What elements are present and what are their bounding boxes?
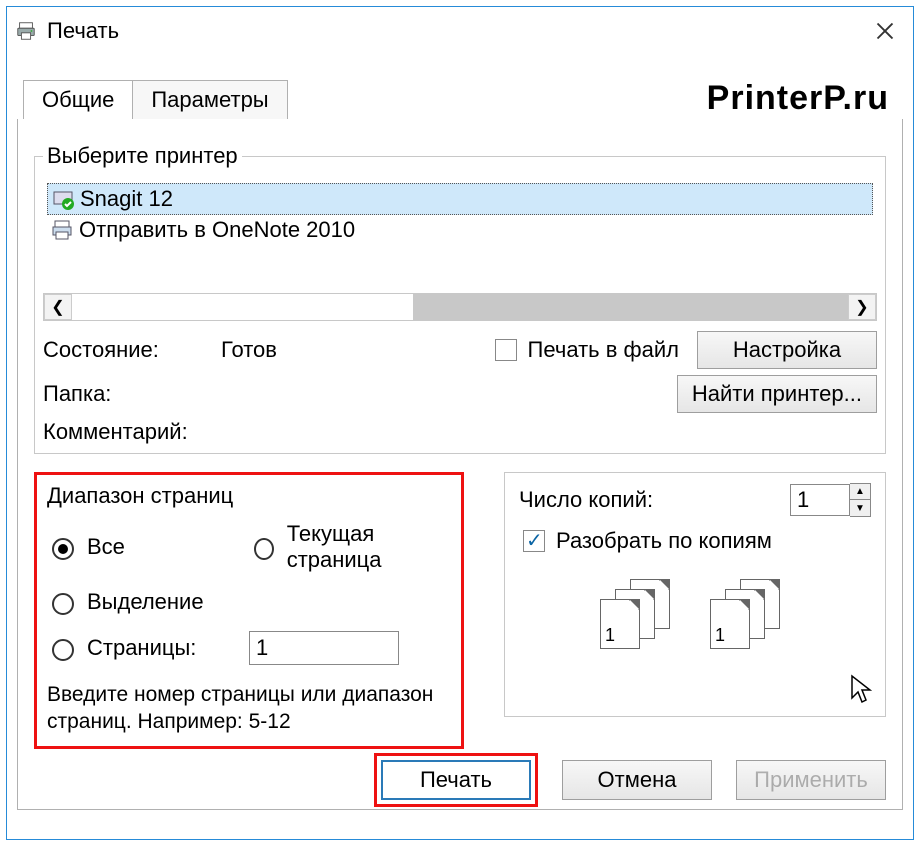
printer-icon bbox=[51, 219, 73, 241]
copies-group: Число копий: ▲ ▼ Разобрать по копиям bbox=[504, 472, 886, 717]
print-dialog-window: Печать PrinterP.ru Общие Параметры Выбер… bbox=[6, 6, 914, 840]
print-button-highlight: Печать bbox=[374, 753, 538, 807]
tab-general[interactable]: Общие bbox=[23, 80, 133, 119]
page-range-legend: Диапазон страниц bbox=[47, 483, 451, 509]
copies-spinner[interactable]: ▲ ▼ bbox=[790, 483, 871, 517]
range-selection-radio[interactable]: Выделение bbox=[47, 589, 249, 615]
watermark: PrinterP.ru bbox=[707, 79, 889, 118]
printer-group-legend: Выберите принтер bbox=[43, 143, 242, 169]
folder-label: Папка: bbox=[43, 381, 213, 407]
print-to-file-label: Печать в файл bbox=[528, 337, 679, 363]
find-printer-button[interactable]: Найти принтер... bbox=[677, 375, 877, 413]
cancel-button[interactable]: Отмена bbox=[562, 760, 712, 800]
range-selection-input[interactable] bbox=[52, 593, 74, 615]
printer-list-hscroll[interactable]: ❮ ❯ bbox=[43, 293, 877, 321]
comment-label: Комментарий: bbox=[43, 419, 213, 445]
printer-list[interactable]: Snagit 12 Отправить в OneNote 2010 bbox=[43, 179, 877, 249]
range-pages-radio[interactable]: Страницы: bbox=[47, 631, 249, 665]
apply-button[interactable]: Применить bbox=[736, 760, 886, 800]
printer-item-label: Snagit 12 bbox=[80, 186, 173, 212]
range-hint: Введите номер страницы или диапазон стра… bbox=[47, 681, 451, 736]
state-value: Готов bbox=[221, 337, 483, 363]
range-current-radio[interactable]: Текущая страница bbox=[249, 521, 451, 573]
tab-parameters[interactable]: Параметры bbox=[132, 80, 287, 119]
printer-item-snagit[interactable]: Snagit 12 bbox=[47, 183, 873, 215]
print-to-file-input[interactable] bbox=[495, 339, 517, 361]
cursor-icon bbox=[850, 674, 872, 709]
range-all-radio[interactable]: Все bbox=[47, 521, 249, 573]
tab-body: Выберите принтер Snagit 12 Отправить в O… bbox=[17, 119, 903, 810]
page-range-group: Диапазон страниц Все Текущая страница Вы… bbox=[34, 472, 464, 749]
printer-icon bbox=[15, 20, 37, 42]
printer-group: Выберите принтер Snagit 12 Отправить в O… bbox=[34, 143, 886, 454]
collate-checkbox[interactable]: Разобрать по копиям bbox=[519, 527, 871, 555]
range-selection-label: Выделение bbox=[87, 589, 204, 615]
pages-field[interactable] bbox=[249, 631, 399, 665]
print-button[interactable]: Печать bbox=[381, 760, 531, 800]
copies-input[interactable] bbox=[790, 484, 850, 516]
printer-status-ok-icon bbox=[52, 188, 74, 210]
range-pages-input[interactable] bbox=[52, 639, 74, 661]
range-current-label: Текущая страница bbox=[287, 521, 451, 573]
scroll-thumb[interactable] bbox=[413, 294, 848, 320]
print-to-file-checkbox[interactable]: Печать в файл bbox=[491, 336, 679, 364]
printer-item-onenote[interactable]: Отправить в OneNote 2010 bbox=[47, 215, 873, 245]
scroll-right-icon[interactable]: ❯ bbox=[848, 294, 876, 320]
range-all-label: Все bbox=[87, 534, 125, 560]
printer-setup-button[interactable]: Настройка bbox=[697, 331, 877, 369]
printer-item-label: Отправить в OneNote 2010 bbox=[79, 217, 355, 243]
copies-label: Число копий: bbox=[519, 487, 653, 513]
range-current-input[interactable] bbox=[254, 538, 274, 560]
scroll-track[interactable] bbox=[72, 294, 848, 320]
dialog-footer: Печать Отмена Применить bbox=[18, 751, 902, 809]
range-pages-label: Страницы: bbox=[87, 635, 196, 661]
spin-down-icon[interactable]: ▼ bbox=[850, 500, 870, 516]
close-button[interactable] bbox=[865, 11, 905, 51]
collate-input[interactable] bbox=[523, 530, 545, 552]
window-title: Печать bbox=[47, 18, 119, 44]
titlebar: Печать bbox=[7, 7, 913, 55]
range-all-input[interactable] bbox=[52, 538, 74, 560]
collate-label: Разобрать по копиям bbox=[556, 528, 772, 554]
state-label: Состояние: bbox=[43, 337, 213, 363]
spin-up-icon[interactable]: ▲ bbox=[850, 484, 870, 500]
collate-illustration: 3 2 1 3 2 1 bbox=[519, 579, 871, 643]
scroll-left-icon[interactable]: ❮ bbox=[44, 294, 72, 320]
